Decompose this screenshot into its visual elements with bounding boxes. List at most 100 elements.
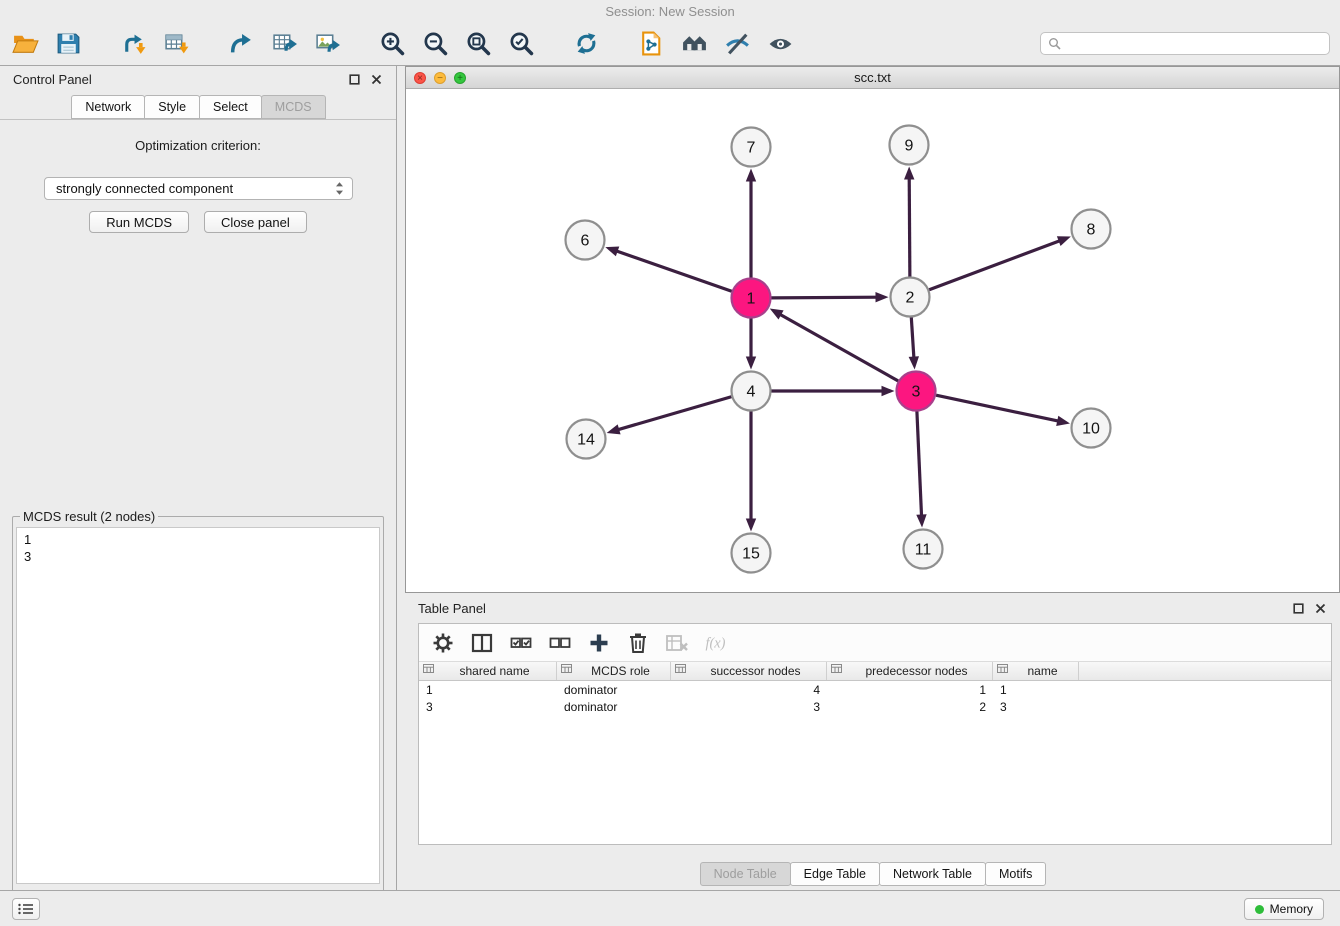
deselect-all-button[interactable] (546, 629, 573, 656)
show-graphics-details-button[interactable] (765, 29, 795, 59)
refresh-view-button[interactable] (571, 29, 601, 59)
float-table-panel-icon[interactable] (1292, 602, 1305, 615)
optimization-criterion-select[interactable]: strongly connected component (44, 177, 353, 200)
table-cell[interactable]: 1 (827, 683, 993, 697)
close-mcds-panel-button[interactable]: Close panel (204, 211, 307, 233)
delete-rows-button[interactable] (624, 629, 651, 656)
network-edge-1-7[interactable] (746, 169, 756, 278)
export-table-button[interactable] (269, 29, 299, 59)
save-session-button[interactable] (53, 29, 83, 59)
zoom-in-button[interactable] (377, 29, 407, 59)
zoom-fit-button[interactable] (463, 29, 493, 59)
window-title: Session: New Session (605, 4, 734, 19)
network-edge-2-3[interactable] (909, 317, 919, 369)
tab-motifs[interactable]: Motifs (985, 862, 1046, 886)
network-node-10[interactable]: 10 (1072, 409, 1111, 448)
table-row[interactable]: 1dominator411 (419, 681, 1331, 698)
tab-style[interactable]: Style (144, 95, 200, 119)
table-cell[interactable]: dominator (557, 683, 671, 697)
network-node-11[interactable]: 11 (904, 530, 943, 569)
clone-network-button[interactable] (636, 29, 666, 59)
control-panel-title: Control Panel (13, 72, 92, 87)
search-input[interactable] (1066, 37, 1322, 51)
network-node-9[interactable]: 9 (890, 126, 929, 165)
network-node-1[interactable]: 1 (732, 279, 771, 318)
table-settings-gear-button[interactable] (429, 629, 456, 656)
column-header-mcds-role[interactable]: MCDS role (557, 662, 671, 680)
table-cell[interactable]: 4 (671, 683, 827, 697)
select-all-button[interactable] (507, 629, 534, 656)
network-node-2[interactable]: 2 (891, 278, 930, 317)
node-label: 15 (742, 546, 760, 563)
network-edge-1-4[interactable] (746, 319, 756, 370)
node-label: 3 (912, 384, 921, 401)
column-header-name[interactable]: name (993, 662, 1079, 680)
column-type-icon (831, 664, 842, 678)
export-image-button[interactable] (312, 29, 342, 59)
table-cell[interactable]: dominator (557, 700, 671, 714)
network-edge-1-2[interactable] (771, 292, 888, 302)
table-cell[interactable]: 1 (993, 683, 1079, 697)
network-edge-3-10[interactable] (936, 395, 1070, 426)
minimize-window-icon[interactable]: − (434, 72, 446, 84)
export-network-button[interactable] (226, 29, 256, 59)
column-header-predecessor-nodes[interactable]: predecessor nodes (827, 662, 993, 680)
close-table-panel-icon[interactable] (1314, 602, 1327, 615)
mcds-result-list[interactable]: 13 (16, 527, 380, 884)
tab-network-table[interactable]: Network Table (879, 862, 986, 886)
show-column-button[interactable] (468, 629, 495, 656)
toggle-graphics-button[interactable] (722, 29, 752, 59)
import-table-button[interactable] (161, 29, 191, 59)
float-panel-icon[interactable] (348, 73, 361, 86)
table-header: shared nameMCDS rolesuccessor nodesprede… (419, 662, 1331, 681)
zoom-selected-icon (508, 30, 535, 57)
network-node-7[interactable]: 7 (732, 128, 771, 167)
network-edge-4-14[interactable] (607, 397, 732, 435)
network-node-14[interactable]: 14 (567, 420, 606, 459)
network-node-3[interactable]: 3 (897, 372, 936, 411)
table-cell[interactable]: 3 (419, 700, 557, 714)
network-edge-1-6[interactable] (605, 246, 731, 291)
tab-mcds[interactable]: MCDS (261, 95, 326, 119)
network-edge-3-1[interactable] (770, 309, 898, 381)
network-node-15[interactable]: 15 (732, 534, 771, 573)
search-box[interactable] (1040, 32, 1330, 55)
toolbar-separator (204, 43, 213, 44)
add-row-icon (586, 630, 612, 656)
network-edge-3-11[interactable] (916, 411, 926, 527)
network-canvas[interactable]: 7 9 6 8 1 2 4 3 14 10 15 11 (406, 89, 1339, 592)
table-cell[interactable]: 3 (993, 700, 1079, 714)
network-node-6[interactable]: 6 (566, 221, 605, 260)
tab-select[interactable]: Select (199, 95, 262, 119)
network-edge-4-15[interactable] (746, 412, 756, 532)
function-builder-button: f(x) (702, 629, 729, 656)
close-window-icon[interactable]: × (414, 72, 426, 84)
node-label: 11 (915, 542, 932, 559)
zoom-out-button[interactable] (420, 29, 450, 59)
table-panel-title: Table Panel (418, 601, 486, 616)
table-cell[interactable]: 2 (827, 700, 993, 714)
network-edge-2-9[interactable] (904, 166, 914, 276)
add-row-button[interactable] (585, 629, 612, 656)
open-session-button[interactable] (10, 29, 40, 59)
tab-edge-table[interactable]: Edge Table (790, 862, 880, 886)
table-cell[interactable]: 1 (419, 683, 557, 697)
network-node-8[interactable]: 8 (1072, 210, 1111, 249)
network-edge-2-8[interactable] (929, 236, 1071, 290)
column-header-successor-nodes[interactable]: successor nodes (671, 662, 827, 680)
network-overview-button[interactable] (679, 29, 709, 59)
tab-node-table[interactable]: Node Table (700, 862, 791, 886)
close-panel-icon[interactable] (370, 73, 383, 86)
zoom-selected-button[interactable] (506, 29, 536, 59)
memory-button[interactable]: Memory (1244, 898, 1324, 920)
import-network-button[interactable] (118, 29, 148, 59)
run-mcds-button[interactable]: Run MCDS (89, 211, 189, 233)
network-edge-4-3[interactable] (772, 386, 895, 396)
tab-network[interactable]: Network (71, 95, 145, 119)
panel-menu-button[interactable] (12, 898, 40, 920)
table-row[interactable]: 3dominator323 (419, 698, 1331, 715)
zoom-window-icon[interactable]: + (454, 72, 466, 84)
network-node-4[interactable]: 4 (732, 372, 771, 411)
column-header-shared-name[interactable]: shared name (419, 662, 557, 680)
table-cell[interactable]: 3 (671, 700, 827, 714)
